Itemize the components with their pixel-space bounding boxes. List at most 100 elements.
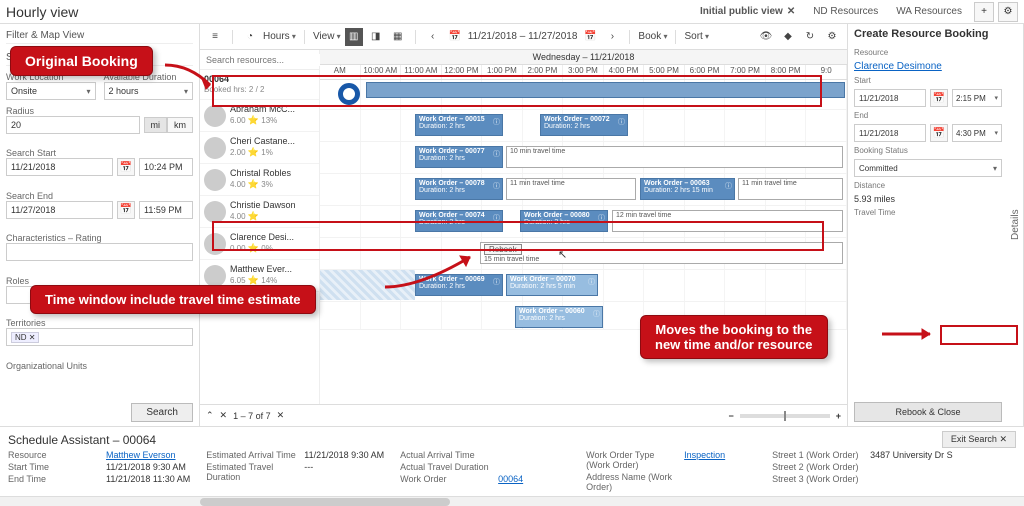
travel-time-window[interactable]: 12 min travel time [612,210,843,232]
gantt-row[interactable]: Work Order – 00078Duration: 2 hrsⓘ 11 mi… [320,174,847,206]
diamond-icon[interactable]: ◆ [779,28,797,46]
territories-label: Territories [6,318,193,328]
end-time-select[interactable]: 4:30 PM [952,124,1002,142]
gantt-row[interactable]: Work Order – 00077Duration: 2 hrsⓘ 10 mi… [320,142,847,174]
exit-search-button[interactable]: Exit Search ✕ [942,431,1016,448]
zoom-out-button[interactable]: − [728,411,733,421]
travel-time-window[interactable]: 11 min travel time [506,178,636,200]
radius-input[interactable]: 20 [6,116,140,134]
next-page[interactable]: ✕ [277,410,285,421]
travel-time-window[interactable]: 11 min travel time [738,178,843,200]
work-order-type-link[interactable]: Inspection [684,450,725,470]
resource-row[interactable]: Cheri Castane...2.00 ⭐ 1% [200,132,319,164]
start-time-select[interactable]: 2:15 PM [952,89,1002,107]
work-order-block[interactable]: Work Order – 00070Duration: 2 hrs 5 minⓘ [506,274,598,296]
end-date-input[interactable]: 11/21/2018 [854,124,926,142]
work-order-block[interactable]: Work Order – 00078Duration: 2 hrsⓘ [415,178,503,200]
booking-marker-icon [338,83,360,105]
split-view-icon[interactable]: ◨ [367,28,385,46]
work-order-block[interactable]: Work Order – 00077Duration: 2 hrsⓘ [415,146,503,168]
work-order-block[interactable]: Work Order – 00060Duration: 2 hrsⓘ [515,306,603,328]
work-order-block[interactable]: Work Order – 00080Duration: 2 hrsⓘ [520,210,608,232]
calendar-icon[interactable]: 📅 [930,89,948,107]
refresh-icon[interactable]: ↻ [801,28,819,46]
search-end-time[interactable]: 11:59 PM [139,201,193,219]
start-label: Start [854,76,1002,85]
zoom-slider[interactable] [740,414,830,418]
tab-initial-public-view[interactable]: Initial public view✕ [692,4,803,19]
work-order-block[interactable]: Work Order – 00074Duration: 2 hrsⓘ [415,210,503,232]
original-booking[interactable] [366,82,845,98]
calendar-icon[interactable]: 📅 [930,124,948,142]
search-resources-input[interactable] [204,54,325,66]
resource-link[interactable]: Clarence Desimone [854,61,1002,72]
settings-button[interactable]: ⚙ [998,2,1018,22]
pager: ⌃ ✕ 1 – 7 of 7 ✕ − + [200,404,847,426]
avatar [204,169,226,191]
status-select[interactable]: Committed [854,159,1002,177]
travel-time-window[interactable]: Rebook 15 min travel time [480,242,843,264]
calendar-icon[interactable]: 📅 [117,158,135,176]
radius-unit-toggle[interactable]: mikm [144,117,194,133]
avatar [204,137,226,159]
resource-column: 🔍 00064 Booked hrs: 2 / 2 Abraham McC...… [200,50,320,404]
view-tabs: Initial public view✕ ND Resources WA Res… [692,4,970,19]
page-title: Hourly view [6,4,78,20]
toolbar: ≡ ◔ Hours View ▥ ◨ ▦ ‹ 📅 11/21/2018 – 11… [200,24,847,50]
tab-wa-resources[interactable]: WA Resources [888,4,970,19]
next-button[interactable]: › [603,28,621,46]
filter-icon[interactable]: ≡ [206,28,224,46]
gantt-row[interactable]: Work Order – 00074Duration: 2 hrsⓘ Work … [320,206,847,238]
collapse-icon[interactable]: ⌃ [206,410,214,421]
calendar-icon[interactable]: 📅 [446,28,464,46]
work-order-block[interactable]: Work Order – 00015Duration: 2 hrsⓘ [415,114,503,136]
search-end-date[interactable]: 11/27/2018 [6,201,113,219]
prev-button[interactable]: ‹ [424,28,442,46]
work-order-block[interactable]: Work Order – 00072Duration: 2 hrsⓘ [540,114,628,136]
gantt-row[interactable]: Work Order – 00015Duration: 2 hrsⓘ Work … [320,110,847,142]
filter-map-section[interactable]: Filter & Map View [6,28,193,44]
pager-text: 1 – 7 of 7 [233,411,271,421]
rebook-close-button[interactable]: Rebook & Close [854,402,1002,422]
work-order-link[interactable]: 00064 [498,474,523,484]
resource-row[interactable]: Clarence Desi...0.00 ⭐ 0% [200,228,319,260]
details-sidebar[interactable]: Details [1008,24,1024,426]
travel-time-window[interactable]: 10 min travel time [506,146,843,168]
search-start-date[interactable]: 11/21/2018 [6,158,113,176]
close-icon[interactable]: ✕ [787,6,795,17]
search-button[interactable]: Search [131,403,193,422]
hours-dropdown[interactable]: Hours [263,31,296,42]
book-dropdown[interactable]: Book [638,31,667,42]
view-dropdown[interactable]: View [313,31,341,42]
gear-icon[interactable]: ⚙ [823,28,841,46]
zoom-in-button[interactable]: + [836,411,841,421]
resource-link[interactable]: Matthew Everson [106,450,176,460]
start-date-input[interactable]: 11/21/2018 [854,89,926,107]
callout-original-booking: Original Booking [10,46,153,76]
radius-label: Radius [6,106,193,116]
list-view-icon[interactable]: ▥ [345,28,363,46]
avatar [204,105,226,127]
hour-header: AM10:00 AM11:00 AM12:00 PM1:00 PM2:00 PM… [320,65,847,80]
grid-view-icon[interactable]: ▦ [389,28,407,46]
work-order-block[interactable]: Work Order – 00063Duration: 2 hrs 15 min… [640,178,735,200]
tab-nd-resources[interactable]: ND Resources [805,4,886,19]
resource-row[interactable]: Abraham McC...6.00 ⭐ 13% [200,100,319,132]
prev-page[interactable]: ✕ [220,410,228,421]
calendar-icon[interactable]: 📅 [117,201,135,219]
work-location-select[interactable]: Onsite [6,82,96,100]
characteristics-input[interactable] [6,243,193,261]
resource-row[interactable]: Christie Dawson4.00 ⭐ [200,196,319,228]
calendar-icon[interactable]: 📅 [581,28,599,46]
gantt-row[interactable] [320,80,847,110]
resource-row[interactable]: Christal Robles4.00 ⭐ 3% [200,164,319,196]
territories-input[interactable]: ND ✕ [6,328,193,346]
date-range[interactable]: 11/21/2018 – 11/27/2018 [468,31,578,42]
rebook-tooltip: Rebook [484,244,522,255]
sort-dropdown[interactable]: Sort [684,31,709,42]
add-tab-button[interactable]: + [974,2,994,22]
status-label: Booking Status [854,146,1002,155]
eye-icon[interactable]: 👁 [757,28,775,46]
horizontal-scrollbar[interactable] [0,496,1024,506]
search-start-time[interactable]: 10:24 PM [139,158,193,176]
